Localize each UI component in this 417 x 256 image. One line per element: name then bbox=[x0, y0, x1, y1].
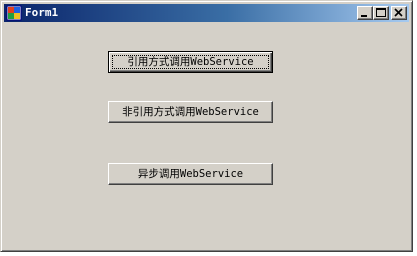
minimize-icon bbox=[361, 15, 367, 17]
call-webservice-without-reference-button[interactable]: 非引用方式调用WebService bbox=[108, 101, 273, 123]
button-label: 引用方式调用WebService bbox=[127, 55, 254, 68]
close-button[interactable] bbox=[391, 6, 407, 20]
maximize-icon bbox=[376, 8, 386, 17]
call-webservice-by-reference-button[interactable]: 引用方式调用WebService bbox=[108, 51, 273, 73]
app-icon[interactable] bbox=[6, 5, 22, 21]
call-webservice-async-button[interactable]: 异步调用WebService bbox=[108, 163, 273, 185]
form-window: Form1 引用方式调用WebService 非引用方式调用WebService… bbox=[0, 0, 413, 252]
window-title: Form1 bbox=[25, 6, 59, 19]
maximize-button[interactable] bbox=[373, 6, 389, 20]
button-label: 异步调用WebService bbox=[137, 167, 244, 180]
close-icon bbox=[394, 8, 403, 17]
button-label: 非引用方式调用WebService bbox=[122, 105, 259, 118]
title-bar[interactable]: Form1 bbox=[4, 4, 409, 22]
minimize-button[interactable] bbox=[357, 6, 373, 20]
